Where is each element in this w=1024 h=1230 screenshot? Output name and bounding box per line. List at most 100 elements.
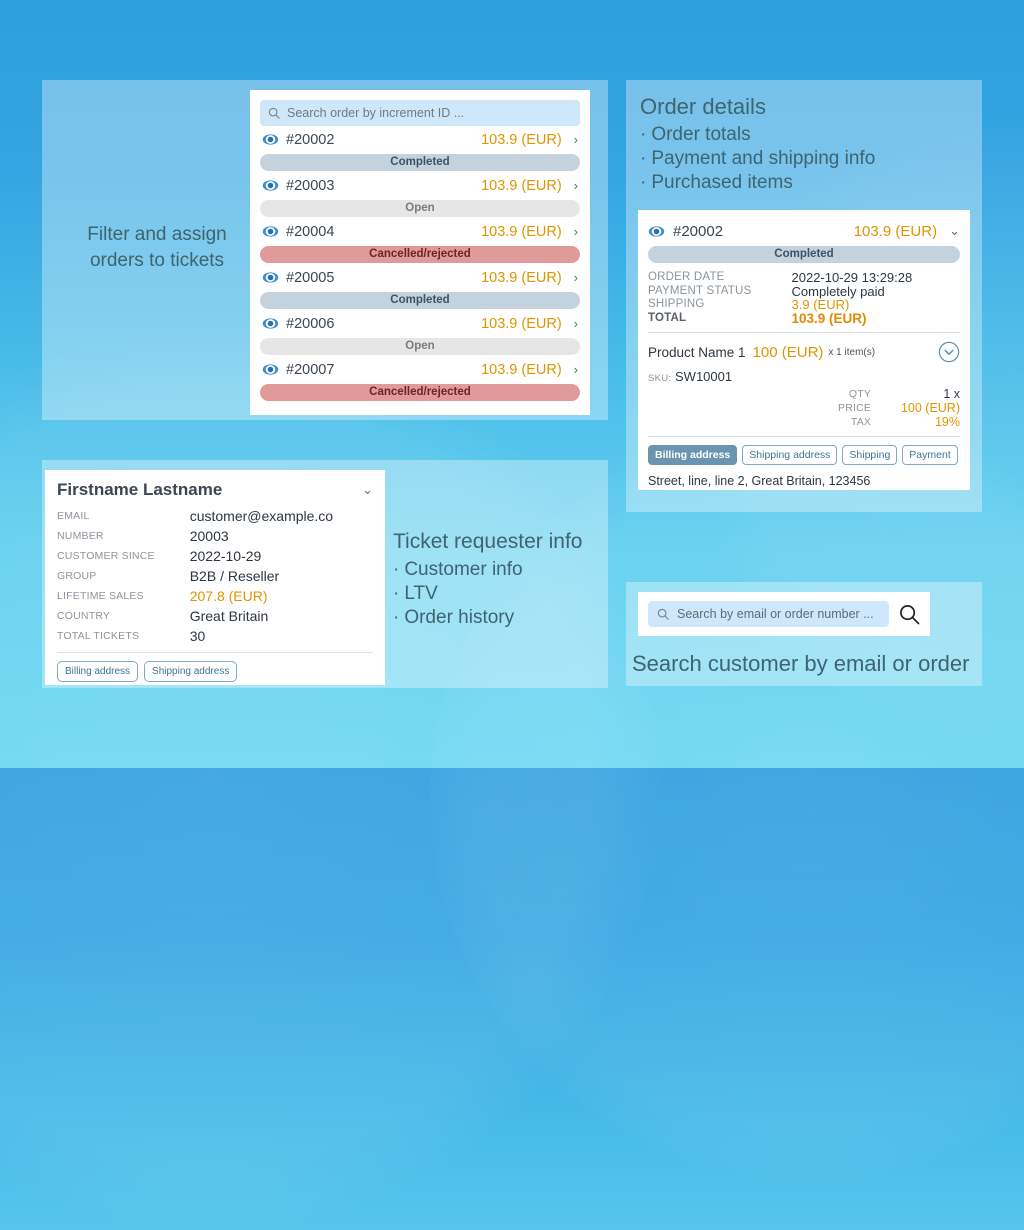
- order-status-badge: Open: [260, 338, 580, 355]
- field-label: COUNTRY: [57, 610, 111, 622]
- search-icon[interactable]: [899, 604, 920, 625]
- search-icon: [657, 608, 669, 620]
- order-detail-field-row: SHIPPING 3.9 (EUR): [648, 298, 960, 312]
- product-detail-row: QTY 1 x: [648, 387, 960, 401]
- chevron-down-circle-icon[interactable]: [938, 341, 960, 363]
- order-detail-tab-shipping[interactable]: Shipping: [842, 445, 898, 465]
- customer-header[interactable]: Firstname Lastname ⌄: [57, 480, 373, 500]
- order-details-caption-title: Order details: [640, 94, 766, 119]
- order-detail-field-row: TOTAL 103.9 (EUR): [648, 310, 960, 326]
- order-detail-address: Street, line, line 2, Great Britain, 123…: [648, 474, 871, 488]
- customer-field-row: COUNTRY Great Britain: [57, 606, 373, 626]
- order-status-badge: Open: [260, 200, 580, 217]
- requester-caption-bullets: Customer info LTV Order history: [393, 558, 582, 630]
- customer-field-row: LIFETIME SALES 207.8 (EUR): [57, 586, 373, 606]
- order-id: #20006: [286, 315, 335, 332]
- product-name: Product Name 1: [648, 344, 746, 360]
- customer-address-tabs: Billing address Shipping address: [57, 661, 373, 682]
- order-row[interactable]: #20002 103.9 (EUR) ›: [260, 126, 580, 153]
- field-label: GROUP: [57, 570, 97, 582]
- order-amount: 103.9 (EUR): [481, 361, 562, 378]
- customer-field-row: CUSTOMER SINCE 2022-10-29: [57, 546, 373, 566]
- chevron-down-icon[interactable]: ⌄: [949, 223, 960, 239]
- eye-icon: [262, 226, 279, 237]
- chevron-down-icon[interactable]: ⌄: [362, 482, 373, 498]
- requester-caption: Ticket requester info Customer info LTV …: [393, 527, 582, 630]
- field-value: 1 x: [943, 387, 960, 401]
- order-detail-field-row: ORDER DATE 2022-10-29 13:29:28: [648, 271, 960, 285]
- field-label: PAYMENT STATUS: [648, 284, 752, 297]
- field-value: 19%: [934, 415, 960, 429]
- product-price: 100 (EUR): [752, 343, 824, 361]
- order-id: #20004: [286, 223, 335, 240]
- field-value: 207.8 (EUR): [189, 588, 268, 604]
- order-row[interactable]: #20004 103.9 (EUR) ›: [260, 218, 580, 245]
- field-value: 30: [189, 628, 206, 644]
- chevron-right-icon[interactable]: ›: [574, 224, 578, 239]
- customer-search-card: Search by email or order number ...: [638, 592, 930, 636]
- order-details-caption: Order details Order totals Payment and s…: [640, 92, 875, 195]
- order-amount: 103.9 (EUR): [481, 269, 562, 286]
- customer-search-placeholder: Search by email or order number ...: [677, 607, 874, 621]
- order-status-badge: Cancelled/rejected: [260, 246, 580, 263]
- search-customer-caption: Search customer by email or order: [632, 651, 970, 676]
- order-detail-tabs: Billing address Shipping address Shipping P…: [648, 445, 960, 465]
- customer-search-input[interactable]: Search by email or order number ...: [648, 601, 889, 627]
- order-row[interactable]: #20003 103.9 (EUR) ›: [260, 172, 580, 199]
- eye-icon: [262, 180, 279, 191]
- order-search-input[interactable]: Search order by increment ID ...: [260, 100, 580, 126]
- order-id: #20007: [286, 361, 335, 378]
- product-sku-label: SKU:: [648, 373, 672, 384]
- field-value: B2B / Reseller: [189, 568, 280, 584]
- customer-field-row: EMAIL customer@example.co: [57, 506, 373, 526]
- product-detail-row: TAX 19%: [648, 415, 960, 429]
- caption-bullet: Payment and shipping info: [640, 147, 875, 171]
- field-label: LIFETIME SALES: [57, 590, 144, 602]
- product-line: Product Name 1 100 (EUR) x 1 item(s): [648, 341, 960, 363]
- order-detail-tab-payment[interactable]: Payment: [902, 445, 958, 465]
- customer-tab-shipping-address[interactable]: Shipping address: [144, 661, 238, 682]
- order-detail-amount: 103.9 (EUR): [853, 222, 938, 240]
- field-value: 103.9 (EUR): [791, 310, 867, 326]
- divider: [648, 436, 960, 437]
- order-status-badge: Cancelled/rejected: [260, 384, 580, 401]
- field-label: QTY: [848, 388, 872, 400]
- caption-bullet: Purchased items: [640, 171, 875, 195]
- chevron-right-icon[interactable]: ›: [574, 270, 578, 285]
- chevron-right-icon[interactable]: ›: [574, 316, 578, 331]
- order-search-placeholder: Search order by increment ID ...: [287, 106, 465, 120]
- field-label: NUMBER: [57, 530, 104, 542]
- orders-card: Search order by increment ID ... #20002 1…: [250, 90, 590, 415]
- order-detail-card: #20002 103.9 (EUR) ⌄ Completed ORDER DAT…: [638, 210, 970, 490]
- chevron-right-icon[interactable]: ›: [574, 132, 578, 147]
- order-row[interactable]: #20005 103.9 (EUR) ›: [260, 264, 580, 291]
- product-detail-rows: QTY 1 x PRICE 100 (EUR) TAX 19%: [648, 387, 960, 429]
- customer-field-row: NUMBER 20003: [57, 526, 373, 546]
- order-row[interactable]: #20007 103.9 (EUR) ›: [260, 356, 580, 383]
- chevron-right-icon[interactable]: ›: [574, 362, 578, 377]
- order-amount: 103.9 (EUR): [481, 315, 562, 332]
- field-value: 2022-10-29 13:29:28: [791, 270, 913, 285]
- order-detail-fields: ORDER DATE 2022-10-29 13:29:28 PAYMENT STA…: [648, 271, 960, 325]
- order-detail-header[interactable]: #20002 103.9 (EUR) ⌄: [648, 219, 960, 243]
- caption-bullet: Order totals: [640, 123, 875, 147]
- order-detail-tab-shipping-address[interactable]: Shipping address: [742, 445, 838, 465]
- field-value: 3.9 (EUR): [791, 297, 850, 312]
- customer-card: Firstname Lastname ⌄ EMAIL customer@examp…: [45, 470, 385, 685]
- caption-bullet: Customer info: [393, 558, 582, 582]
- customer-name: Firstname Lastname: [57, 480, 223, 499]
- caption-bullet: Order history: [393, 606, 582, 630]
- field-label: CUSTOMER SINCE: [57, 550, 155, 562]
- field-label: SHIPPING: [648, 298, 705, 310]
- order-status-badge: Completed: [260, 154, 580, 171]
- order-id: #20002: [286, 131, 335, 148]
- field-value: Great Britain: [189, 608, 269, 624]
- order-row[interactable]: #20006 103.9 (EUR) ›: [260, 310, 580, 337]
- chevron-right-icon[interactable]: ›: [574, 178, 578, 193]
- eye-icon: [262, 318, 279, 329]
- customer-tab-billing-address[interactable]: Billing address: [57, 661, 139, 682]
- divider: [648, 332, 960, 333]
- field-label: TAX: [850, 416, 872, 428]
- order-detail-tab-billing-address[interactable]: Billing address: [648, 445, 738, 465]
- eye-icon: [648, 225, 665, 237]
